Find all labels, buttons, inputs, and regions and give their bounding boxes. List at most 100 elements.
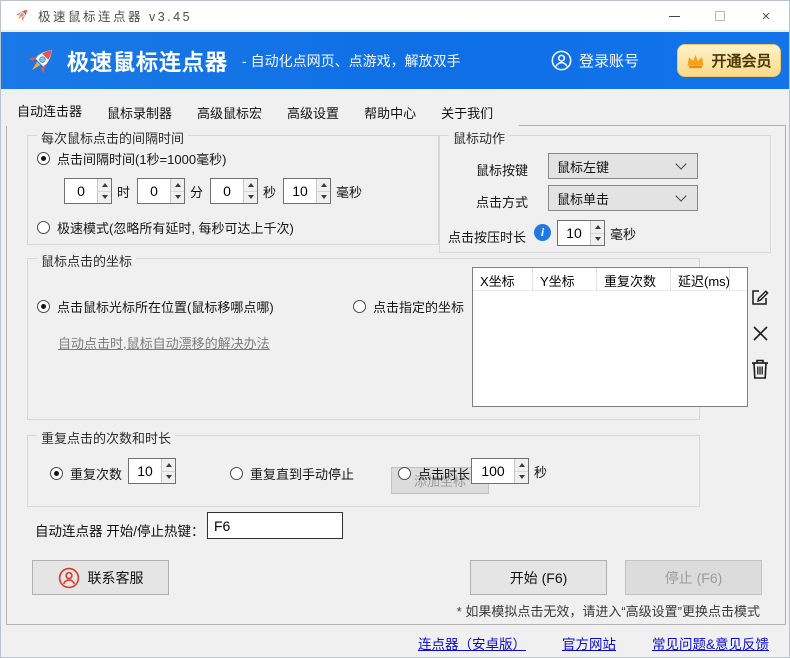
column-header-delay[interactable]: 延迟(ms) [671,268,730,291]
spin-down-icon[interactable] [515,472,528,484]
radio-interval-time[interactable]: 点击间隔时间(1秒=1000毫秒) [37,149,226,168]
press-duration-stepper[interactable]: 10 [557,220,605,246]
tab-auto-clicker[interactable]: 自动连击器 [6,98,108,126]
invalid-click-note: * 如果模拟点击无效，请进入“高级设置”更换点击模式 [457,601,760,620]
radio-repeat-count-label: 重复次数 [70,464,122,483]
repeat-group-title: 重复点击的次数和时长 [37,428,175,447]
window-title: 极速鼠标连点器 v3.45 [38,6,192,25]
login-label: 登录账号 [579,50,639,71]
spin-down-icon[interactable] [244,192,257,204]
tab-advanced-settings[interactable]: 高级设置 [276,101,365,126]
spin-down-icon[interactable] [591,234,604,246]
remove-coordinate-button[interactable] [749,322,771,344]
interval-group-title: 每次鼠标点击的间隔时间 [37,128,188,147]
millis-unit: 毫秒 [336,182,362,201]
minimize-button[interactable] [651,1,697,31]
radio-cursor-position[interactable]: 点击鼠标光标所在位置(鼠标移哪点哪) [37,297,274,316]
tab-label: 自动连击器 [17,104,82,119]
mouse-button-select[interactable]: 鼠标左键 [548,153,698,179]
app-name: 极速鼠标连点器 [67,45,228,77]
header-banner: 极速鼠标连点器 - 自动化点网页、点游戏，解放双手 登录账号 开通会员 [1,32,789,89]
tab-advanced-macro[interactable]: 高级鼠标宏 [186,101,288,126]
close-button[interactable]: × [743,1,789,31]
mouse-button-value: 鼠标左键 [557,157,677,176]
radio-duration-label: 点击时长 [418,464,470,483]
support-person-icon [58,567,80,589]
spin-up-icon[interactable] [162,459,175,472]
column-header-x[interactable]: X坐标 [473,268,533,291]
trash-icon [750,358,770,380]
drift-help-link[interactable]: 自动点击时,鼠标自动漂移的解决办法 [58,333,270,352]
rocket-logo-icon [25,45,57,77]
coords-group-title: 鼠标点击的坐标 [37,251,136,270]
spin-down-icon[interactable] [162,472,175,484]
tab-bar: 自动连击器 鼠标录制器 高级鼠标宏 高级设置 帮助中心 关于我们 [6,98,507,126]
seconds-stepper[interactable]: 0 [210,178,258,204]
spin-down-icon[interactable] [317,192,330,204]
app-tagline: - 自动化点网页、点游戏，解放双手 [242,51,461,71]
column-header-y[interactable]: Y坐标 [533,268,597,291]
clear-coordinates-button[interactable] [749,358,771,380]
x-icon [752,325,769,342]
radio-fixed-label: 点击指定的坐标 [373,297,464,316]
tab-mouse-recorder[interactable]: 鼠标录制器 [96,101,198,126]
hours-stepper[interactable]: 0 [64,178,112,204]
tab-help-center[interactable]: 帮助中心 [353,101,442,126]
column-header-repeat[interactable]: 重复次数 [597,268,671,291]
contact-support-button[interactable]: 联系客服 [32,560,169,595]
radio-turbo-mode[interactable]: 极速模式(忽略所有延时, 每秒可达上千次) [37,218,294,237]
radio-icon [37,221,50,234]
radio-icon [230,467,243,480]
millis-value: 10 [284,179,316,203]
duration-row: 100 秒 [471,458,554,484]
radio-click-duration[interactable]: 点击时长 [398,464,470,483]
spin-up-icon[interactable] [591,221,604,234]
spin-up-icon[interactable] [515,459,528,472]
maximize-button[interactable] [697,1,743,31]
click-mode-select[interactable]: 鼠标单击 [548,185,698,211]
stop-button[interactable]: 停止 (F6) [625,560,762,595]
chevron-down-icon [675,190,686,201]
hotkey-label: 自动连点器 开始/停止热键： [35,520,205,540]
millis-stepper[interactable]: 10 [283,178,331,204]
spin-down-icon[interactable] [171,192,184,204]
duration-stepper[interactable]: 100 [471,458,529,484]
footer-links: 连点器（安卓版） 官方网站 常见问题&意见反馈 [1,633,789,657]
vip-button[interactable]: 开通会员 [677,44,781,77]
vip-label: 开通会员 [711,50,771,71]
chevron-down-icon [675,158,686,169]
mouse-button-label: 鼠标按键 [476,160,528,179]
hours-unit: 时 [117,182,130,201]
interval-group: 每次鼠标点击的间隔时间 点击间隔时间(1秒=1000毫秒) 0 时 0 分 0 [27,135,439,245]
hours-value: 0 [65,179,97,203]
faq-feedback-link[interactable]: 常见问题&意见反馈 [652,633,769,657]
repeat-count-value: 10 [129,459,161,483]
info-icon[interactable]: i [534,224,551,241]
login-button[interactable]: 登录账号 [551,50,639,71]
repeat-count-row: 10 [128,458,176,484]
hotkey-input[interactable] [207,512,343,539]
spin-up-icon[interactable] [171,179,184,192]
minutes-stepper[interactable]: 0 [137,178,185,204]
spin-up-icon[interactable] [98,179,111,192]
spin-up-icon[interactable] [244,179,257,192]
radio-until-stop-label: 重复直到手动停止 [250,464,354,483]
radio-repeat-count[interactable]: 重复次数 [50,464,122,483]
edit-coordinate-button[interactable] [749,286,771,308]
close-icon: × [762,9,771,24]
tab-label: 帮助中心 [364,106,416,121]
tab-page: 每次鼠标点击的间隔时间 点击间隔时间(1秒=1000毫秒) 0 时 0 分 0 [6,125,786,625]
spin-down-icon[interactable] [98,192,111,204]
android-version-link[interactable]: 连点器（安卓版） [418,633,526,657]
official-website-link[interactable]: 官方网站 [562,633,616,657]
user-icon [551,50,572,71]
press-duration-label: 点击按压时长 [448,227,526,246]
radio-repeat-until-stop[interactable]: 重复直到手动停止 [230,464,354,483]
radio-fixed-coords[interactable]: 点击指定的坐标 [353,297,464,316]
interval-spinners: 0 时 0 分 0 秒 10 毫秒 [64,178,369,204]
repeat-count-stepper[interactable]: 10 [128,458,176,484]
spin-up-icon[interactable] [317,179,330,192]
tab-about-us[interactable]: 关于我们 [430,101,519,126]
start-button[interactable]: 开始 (F6) [470,560,607,595]
coordinates-table[interactable]: X坐标 Y坐标 重复次数 延迟(ms) [472,267,748,407]
